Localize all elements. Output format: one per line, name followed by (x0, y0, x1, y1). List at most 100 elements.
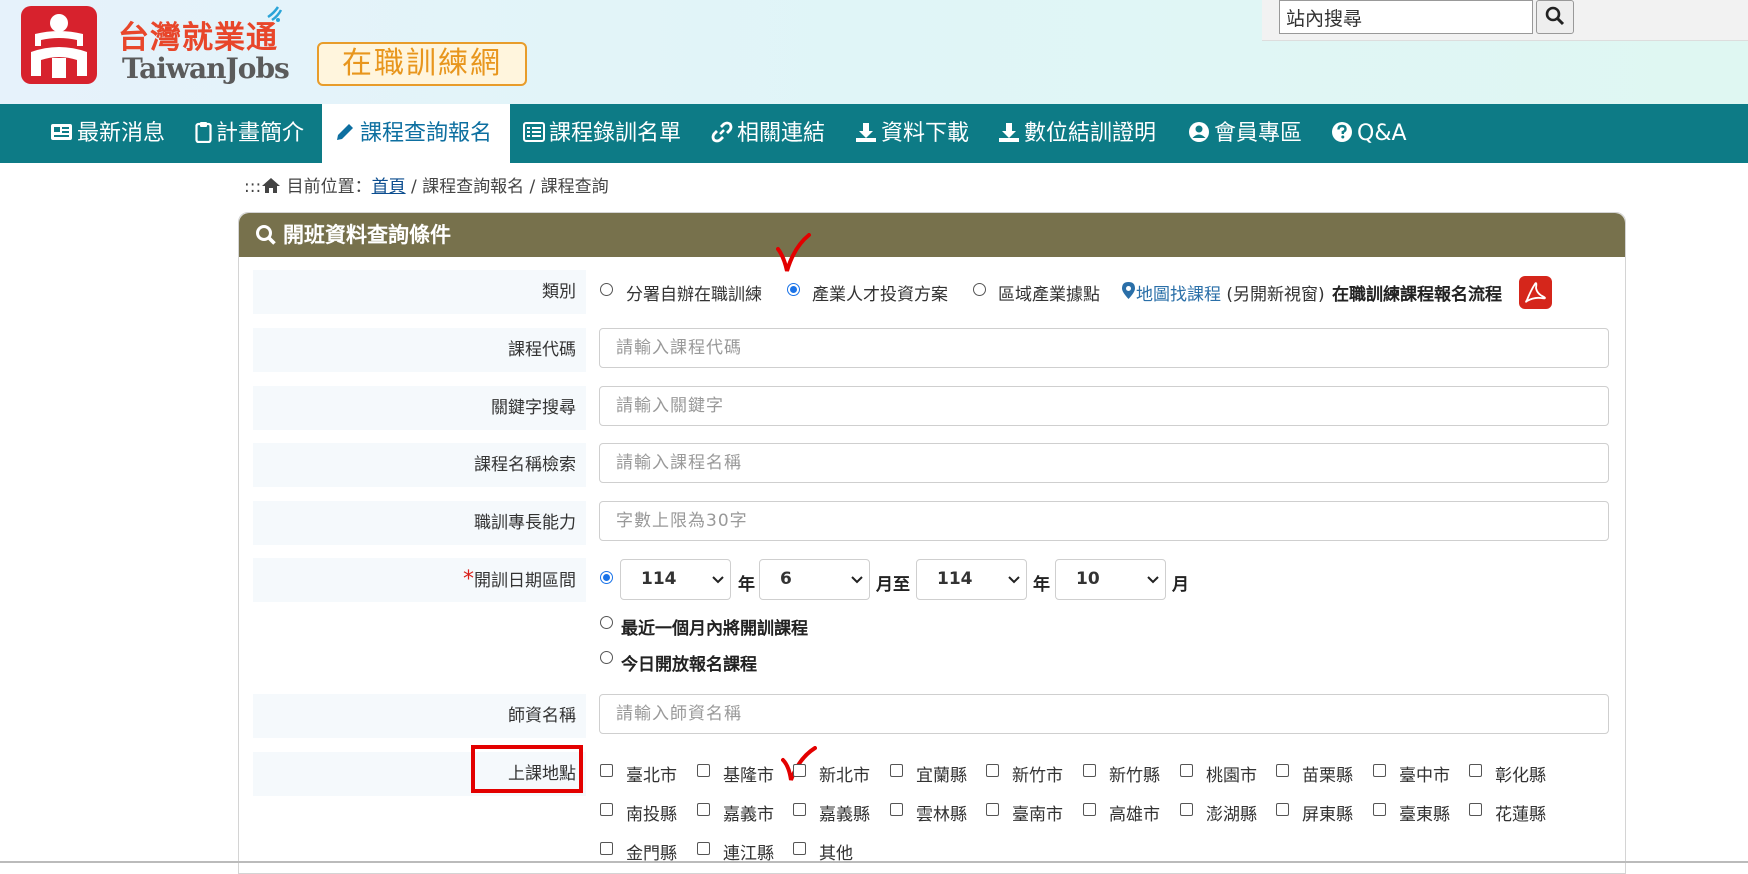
city-label: 臺東縣 (1399, 805, 1450, 825)
city-checkbox[interactable] (600, 803, 613, 816)
city-checkbox[interactable] (697, 803, 710, 816)
logo-chinese-text: 台灣就業通 (118, 20, 278, 56)
nav-item-news[interactable]: 最新消息 (49, 104, 165, 163)
city-checkbox[interactable] (600, 842, 613, 855)
city-checkbox[interactable] (1469, 803, 1482, 816)
nav-label: Q&A (1357, 121, 1407, 146)
red-box-annotation (471, 745, 583, 793)
nav-item-plan-intro[interactable]: 計畫簡介 (195, 104, 304, 163)
city-checkbox[interactable] (1180, 803, 1193, 816)
home-icon (262, 178, 281, 193)
course-code-label: 課程代碼 (253, 328, 586, 372)
radio-recent-month[interactable] (600, 616, 613, 629)
nav-item-admission-list[interactable]: 課程錄訓名單 (523, 104, 681, 163)
link-icon (711, 121, 733, 143)
nav-item-qa[interactable]: Q&A (1331, 104, 1407, 163)
nav-label: 課程錄訓名單 (549, 121, 682, 146)
city-checkbox[interactable] (986, 764, 999, 777)
user-circle-icon (1189, 122, 1209, 142)
panel-title: 開班資料查詢條件 (283, 223, 451, 247)
city-checkbox[interactable] (890, 764, 903, 777)
logo-figure-icon (31, 14, 87, 78)
skill-input[interactable]: 字數上限為30字 (599, 501, 1609, 541)
city-label: 澎湖縣 (1206, 805, 1257, 825)
option-open-today: 今日開放報名課程 (621, 655, 757, 675)
city-label: 高雄市 (1109, 805, 1160, 825)
radio-regional-base[interactable] (973, 283, 986, 296)
city-checkbox[interactable] (986, 803, 999, 816)
to-year-select[interactable]: 114 (916, 559, 1027, 600)
chevron-down-icon (851, 576, 863, 584)
nav-item-related-links[interactable]: 相關連結 (711, 104, 825, 163)
city-checkbox[interactable] (1083, 764, 1096, 777)
city-checkbox[interactable] (890, 803, 903, 816)
main-nav: 最新消息 計畫簡介 課程查詢報名 課程錄訓名單 相關連結 資料下載 數位結訓證明… (0, 104, 1748, 163)
year-unit-1: 年 (738, 575, 755, 595)
option-recent-month: 最近一個月內將開訓課程 (621, 619, 808, 639)
city-checkbox[interactable] (1276, 803, 1289, 816)
required-mark: * (463, 567, 474, 592)
breadcrumb-home-link[interactable]: 首頁 (372, 177, 406, 197)
from-year-value: 114 (641, 569, 677, 589)
nav-item-course-search[interactable]: 課程查詢報名 (322, 104, 510, 163)
breadcrumb-path: / 課程查詢報名 / 課程查詢 (405, 177, 609, 197)
city-checkbox[interactable] (1276, 764, 1289, 777)
city-checkbox[interactable] (793, 803, 806, 816)
search-icon (1545, 6, 1565, 25)
city-label: 雲林縣 (916, 805, 967, 825)
city-checkbox[interactable] (793, 764, 806, 777)
city-label: 基隆市 (723, 766, 774, 786)
to-year-value: 114 (937, 569, 973, 589)
site-name-badge[interactable]: 在職訓練網 (317, 42, 527, 86)
city-checkbox[interactable] (600, 764, 613, 777)
nav-item-member-area[interactable]: 會員專區 (1188, 104, 1302, 163)
city-label: 臺中市 (1399, 766, 1450, 786)
search-input[interactable] (1279, 0, 1533, 34)
nav-item-downloads[interactable]: 資料下載 (855, 104, 969, 163)
city-checkbox[interactable] (697, 764, 710, 777)
city-checkbox[interactable] (1180, 764, 1193, 777)
course-code-input[interactable]: 請輸入課程代碼 (599, 328, 1609, 368)
from-year-select[interactable]: 114 (620, 559, 731, 600)
nav-item-digital-certificate[interactable]: 數位結訓證明 (998, 104, 1156, 163)
city-checkbox[interactable] (1373, 803, 1386, 816)
date-range-label: *開訓日期區間 (253, 558, 586, 602)
city-checkbox[interactable] (697, 842, 710, 855)
city-checkbox[interactable] (1083, 803, 1096, 816)
radio-date-range[interactable] (600, 571, 613, 584)
city-checkbox[interactable] (1469, 764, 1482, 777)
map-course-link[interactable]: 地圖找課程 (1136, 285, 1221, 305)
from-month-select[interactable]: 6 (759, 559, 870, 600)
month-to-text: 月至 (876, 575, 910, 595)
nav-label: 數位結訓證明 (1024, 121, 1157, 146)
download-icon (856, 123, 876, 142)
radio-open-today[interactable] (600, 651, 613, 664)
course-name-input[interactable]: 請輸入課程名稱 (599, 443, 1609, 483)
pdf-icon[interactable] (1519, 276, 1552, 309)
logo-english-text: TaiwanJobs (122, 52, 290, 85)
option-branch-training: 分署自辦在職訓練 (626, 285, 762, 305)
red-checkmark-annotation (776, 233, 811, 272)
pencil-icon (337, 124, 353, 140)
nav-label: 計畫簡介 (216, 121, 305, 146)
registration-flow-text[interactable]: 在職訓練課程報名流程 (1332, 280, 1502, 305)
site-search (1262, 0, 1748, 41)
breadcrumb-prefix: ::: (244, 177, 262, 197)
radio-industry-talent[interactable] (787, 283, 800, 296)
teacher-input[interactable]: 請輸入師資名稱 (599, 694, 1609, 734)
breadcrumb: ::: 目前位置：首頁 / 課程查詢報名 / 課程查詢 (244, 172, 609, 197)
city-label: 臺南市 (1012, 805, 1063, 825)
search-button[interactable] (1536, 0, 1574, 34)
list-icon (523, 122, 545, 142)
city-label: 苗栗縣 (1302, 766, 1353, 786)
to-month-select[interactable]: 10 (1055, 559, 1166, 600)
city-checkbox[interactable] (793, 842, 806, 855)
city-checkbox[interactable] (1373, 764, 1386, 777)
taiwanjobs-logo[interactable] (21, 6, 97, 84)
keyword-input[interactable]: 請輸入關鍵字 (599, 386, 1609, 426)
radio-branch-training[interactable] (600, 283, 613, 296)
nav-label: 會員專區 (1214, 121, 1303, 146)
to-month-value: 10 (1076, 569, 1100, 589)
city-label: 嘉義縣 (819, 805, 870, 825)
nav-label: 最新消息 (77, 121, 166, 146)
